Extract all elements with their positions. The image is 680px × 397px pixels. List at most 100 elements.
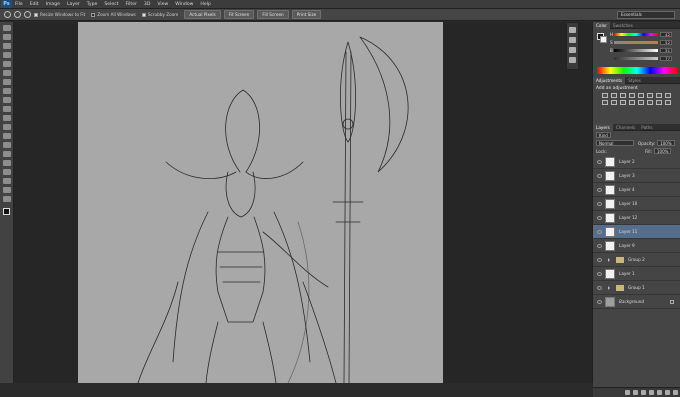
- value-slider[interactable]: 77: [610, 56, 672, 61]
- layer-kind-filter[interactable]: Kind: [596, 132, 611, 138]
- fill-screen-button[interactable]: Fill Screen: [257, 10, 289, 19]
- zoom-tool-icon[interactable]: [4, 11, 11, 18]
- eyedropper-tool-icon[interactable]: [2, 70, 11, 76]
- vibrance-icon[interactable]: [638, 93, 644, 98]
- menu-view[interactable]: View: [157, 2, 168, 7]
- blend-mode-select[interactable]: Normal: [596, 140, 634, 146]
- menu-window[interactable]: Window: [175, 2, 193, 7]
- visibility-eye-icon[interactable]: [597, 243, 602, 248]
- properties-icon[interactable]: [569, 37, 576, 43]
- blur-tool-icon[interactable]: [2, 133, 11, 139]
- layer-row[interactable]: Layer 9: [593, 239, 680, 253]
- expand-arrow-icon[interactable]: [608, 285, 610, 290]
- menu-image[interactable]: Image: [46, 2, 60, 7]
- navigator-icon[interactable]: [569, 57, 576, 63]
- info-icon[interactable]: [569, 47, 576, 53]
- gradient-tool-icon[interactable]: [2, 124, 11, 130]
- shape-tool-icon[interactable]: [2, 178, 11, 184]
- layer-row[interactable]: Layer 11: [593, 225, 680, 239]
- layer-row[interactable]: Group 2: [593, 253, 680, 267]
- selective-color-icon[interactable]: [665, 100, 671, 105]
- visibility-eye-icon[interactable]: [597, 285, 602, 290]
- move-tool-icon[interactable]: [2, 25, 11, 31]
- visibility-eye-icon[interactable]: [597, 187, 602, 192]
- visibility-eye-icon[interactable]: [597, 257, 602, 262]
- path-select-tool-icon[interactable]: [2, 169, 11, 175]
- menu-type[interactable]: Type: [87, 2, 98, 7]
- tab-swatches[interactable]: Swatches: [610, 23, 636, 28]
- scrubby-zoom-checkbox[interactable]: Scrubby Zoom: [141, 12, 178, 17]
- posterize-icon[interactable]: [638, 100, 644, 105]
- visibility-eye-icon[interactable]: [597, 271, 602, 276]
- history-icon[interactable]: [569, 27, 576, 33]
- zoom-in-icon[interactable]: [14, 11, 21, 18]
- adjustment-layer-icon[interactable]: [649, 390, 654, 395]
- color-spectrum[interactable]: [597, 67, 677, 74]
- type-tool-icon[interactable]: [2, 160, 11, 166]
- color-balance-icon[interactable]: [656, 93, 662, 98]
- mask-icon[interactable]: [641, 390, 646, 395]
- new-group-icon[interactable]: [657, 390, 662, 395]
- hue-saturation-icon[interactable]: [647, 93, 653, 98]
- pen-tool-icon[interactable]: [2, 151, 11, 157]
- zoom-out-icon[interactable]: [24, 11, 31, 18]
- link-layers-icon[interactable]: [625, 390, 630, 395]
- visibility-eye-icon[interactable]: [597, 159, 602, 164]
- print-size-button[interactable]: Print Size: [291, 10, 322, 19]
- tab-color[interactable]: Color: [593, 21, 610, 29]
- menu-help[interactable]: Help: [200, 2, 210, 7]
- zoom-tool-icon[interactable]: [2, 196, 11, 202]
- layer-row[interactable]: Layer 2: [593, 155, 680, 169]
- brush-tool-icon[interactable]: [2, 88, 11, 94]
- levels-icon[interactable]: [611, 93, 617, 98]
- menu-file[interactable]: File: [15, 2, 23, 7]
- threshold-icon[interactable]: [647, 100, 653, 105]
- fit-screen-button[interactable]: Fit Screen: [223, 10, 255, 19]
- invert-icon[interactable]: [629, 100, 635, 105]
- tab-adjustments[interactable]: Adjustments: [593, 76, 626, 84]
- hand-tool-icon[interactable]: [2, 187, 11, 193]
- fx-icon[interactable]: [633, 390, 638, 395]
- brightness-slider[interactable]: B 51: [610, 48, 672, 53]
- healing-tool-icon[interactable]: [2, 79, 11, 85]
- visibility-eye-icon[interactable]: [597, 215, 602, 220]
- expand-arrow-icon[interactable]: [608, 257, 610, 262]
- layer-row[interactable]: Group 1: [593, 281, 680, 295]
- background-color-swatch[interactable]: [600, 36, 607, 43]
- curves-icon[interactable]: [620, 93, 626, 98]
- visibility-eye-icon[interactable]: [597, 229, 602, 234]
- menu-edit[interactable]: Edit: [30, 2, 39, 7]
- marquee-tool-icon[interactable]: [2, 34, 11, 40]
- quick-select-tool-icon[interactable]: [2, 52, 11, 58]
- trash-icon[interactable]: [673, 390, 678, 395]
- menu-select[interactable]: Select: [104, 2, 118, 7]
- menu-3d[interactable]: 3D: [144, 2, 150, 7]
- layer-row[interactable]: Layer 1: [593, 267, 680, 281]
- color-lookup-icon[interactable]: [620, 100, 626, 105]
- visibility-eye-icon[interactable]: [597, 201, 602, 206]
- layer-row[interactable]: Layer 12: [593, 211, 680, 225]
- tab-styles[interactable]: Styles: [625, 78, 644, 83]
- hue-slider[interactable]: H 42: [610, 32, 672, 37]
- menu-layer[interactable]: Layer: [67, 2, 80, 7]
- actual-pixels-button[interactable]: Actual Pixels: [184, 10, 221, 19]
- tab-layers[interactable]: Layers: [593, 123, 613, 131]
- gradient-map-icon[interactable]: [656, 100, 662, 105]
- tab-paths[interactable]: Paths: [638, 125, 655, 130]
- resize-windows-checkbox[interactable]: Resize Windows to Fit: [34, 12, 85, 17]
- channel-mixer-icon[interactable]: [611, 100, 617, 105]
- new-layer-icon[interactable]: [665, 390, 670, 395]
- visibility-eye-icon[interactable]: [597, 299, 602, 304]
- layer-row[interactable]: Layer 4: [593, 183, 680, 197]
- workspace-select[interactable]: Essentials: [617, 11, 675, 19]
- visibility-eye-icon[interactable]: [597, 173, 602, 178]
- clone-stamp-tool-icon[interactable]: [2, 97, 11, 103]
- layer-row[interactable]: Background: [593, 295, 680, 309]
- tab-channels[interactable]: Channels: [613, 125, 638, 130]
- black-white-icon[interactable]: [665, 93, 671, 98]
- brightness-contrast-icon[interactable]: [602, 93, 608, 98]
- eraser-tool-icon[interactable]: [2, 115, 11, 121]
- menu-filter[interactable]: Filter: [126, 2, 137, 7]
- crop-tool-icon[interactable]: [2, 61, 11, 67]
- fill-input[interactable]: 100%: [653, 148, 672, 154]
